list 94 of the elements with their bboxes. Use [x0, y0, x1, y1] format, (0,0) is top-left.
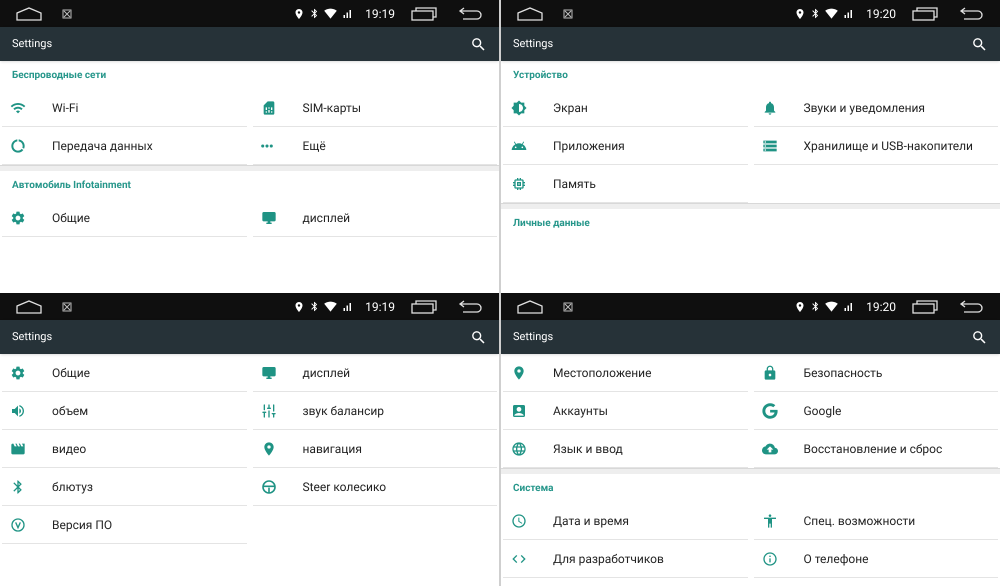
steering-wheel-icon: [260, 478, 276, 494]
cellular-signal-icon: [842, 300, 854, 312]
sim-card-icon: [260, 100, 276, 116]
home-icon[interactable]: [517, 300, 543, 314]
lock-icon: [762, 364, 778, 380]
back-icon[interactable]: [958, 6, 984, 20]
search-icon[interactable]: [971, 36, 988, 52]
back-icon[interactable]: [958, 300, 984, 314]
wifi-icon: [324, 300, 338, 313]
settings-item[interactable]: Звуки и уведомления: [754, 89, 998, 127]
gear-icon: [10, 210, 26, 226]
clock-time: 19:20: [866, 298, 896, 316]
settings-item[interactable]: Безопасность: [754, 354, 998, 392]
chip-icon: [511, 176, 527, 192]
settings-item[interactable]: объем: [2, 392, 246, 430]
settings-item[interactable]: Дата и время: [503, 502, 748, 540]
location-icon: [794, 300, 806, 312]
recent-apps-icon[interactable]: [411, 300, 437, 314]
clock-icon: [511, 512, 527, 528]
ring-icon: [10, 138, 26, 154]
recent-apps-icon[interactable]: [912, 300, 938, 314]
info-icon: [762, 550, 778, 566]
more-icon: [260, 144, 272, 148]
settings-item[interactable]: SIM-карты: [252, 89, 497, 127]
cellular-signal-icon: [341, 8, 354, 20]
accessibility-icon: [762, 512, 778, 528]
settings-item[interactable]: Wi-Fi: [2, 89, 246, 127]
home-icon[interactable]: [16, 300, 42, 314]
section-header: Автомобиль Infotainment: [12, 178, 131, 192]
app-bar-title: Settings: [12, 36, 54, 52]
settings-item[interactable]: Аккаунты: [503, 392, 748, 430]
screenshot-icon[interactable]: [62, 8, 72, 18]
location-icon: [293, 300, 306, 312]
section-header: Устройство: [513, 68, 568, 82]
settings-item[interactable]: Приложения: [503, 127, 748, 165]
settings-item[interactable]: Хранилище и USB-накопители: [754, 127, 998, 165]
cellular-signal-icon: [842, 8, 854, 20]
cloud-upload-icon: [762, 440, 778, 456]
settings-item[interactable]: Экран: [503, 89, 748, 127]
screenshot-icon[interactable]: [563, 302, 573, 312]
account-icon: [511, 402, 527, 418]
search-icon[interactable]: [470, 328, 487, 346]
clock-time: 19:20: [866, 6, 896, 22]
settings-item[interactable]: навигация: [252, 430, 497, 468]
speaker-icon: [10, 402, 26, 418]
settings-item[interactable]: блютуз: [2, 468, 246, 506]
back-icon[interactable]: [457, 300, 483, 314]
section-header: Система: [513, 482, 554, 496]
settings-item[interactable]: Версия ПО: [2, 506, 246, 544]
app-bar-title: Settings: [513, 36, 554, 52]
settings-item[interactable]: Для разработчиков: [503, 540, 748, 578]
wifi-icon: [825, 300, 838, 313]
gear-icon: [10, 364, 26, 380]
monitor-icon: [260, 210, 276, 226]
app-bar-title: Settings: [12, 328, 54, 345]
settings-item[interactable]: Общие: [2, 354, 246, 392]
wifi-icon: [324, 7, 338, 20]
section-header: Беспроводные сети: [12, 68, 106, 82]
recent-apps-icon[interactable]: [411, 6, 437, 20]
settings-item[interactable]: звук балансир: [252, 392, 497, 430]
search-icon[interactable]: [470, 36, 487, 52]
brightness-icon: [511, 100, 527, 116]
location-icon: [293, 8, 306, 20]
settings-item[interactable]: Местоположение: [503, 354, 748, 392]
list-icon: [762, 138, 778, 154]
settings-item[interactable]: дисплей: [252, 354, 497, 392]
g-logo-icon: [762, 402, 778, 418]
wifi-icon: [825, 7, 838, 20]
location-icon: [794, 8, 806, 20]
settings-item[interactable]: видео: [2, 430, 246, 468]
settings-item[interactable]: Steer колесико: [252, 468, 497, 506]
clock-time: 19:19: [365, 298, 395, 316]
screenshot-icon[interactable]: [563, 8, 573, 18]
settings-item[interactable]: Спец. возможности: [754, 502, 998, 540]
settings-item[interactable]: О телефоне: [754, 540, 998, 578]
app-bar-title: Settings: [513, 328, 554, 345]
home-icon[interactable]: [517, 6, 543, 20]
settings-item[interactable]: Общие: [2, 199, 246, 237]
cellular-signal-icon: [341, 300, 354, 312]
settings-item[interactable]: Google: [754, 392, 998, 430]
recent-apps-icon[interactable]: [912, 6, 938, 20]
globe-icon: [511, 440, 527, 456]
settings-item[interactable]: дисплей: [252, 199, 497, 237]
home-icon[interactable]: [16, 6, 42, 20]
circled-v-icon: [10, 516, 26, 532]
bell-icon: [762, 100, 778, 116]
sliders-icon: [260, 402, 276, 418]
search-icon[interactable]: [971, 328, 988, 346]
monitor-icon: [260, 364, 276, 380]
film-icon: [10, 440, 26, 456]
clock-time: 19:19: [365, 6, 395, 22]
screenshot-icon[interactable]: [62, 302, 72, 312]
back-icon[interactable]: [457, 6, 483, 20]
section-header: Личные данные: [513, 216, 590, 230]
